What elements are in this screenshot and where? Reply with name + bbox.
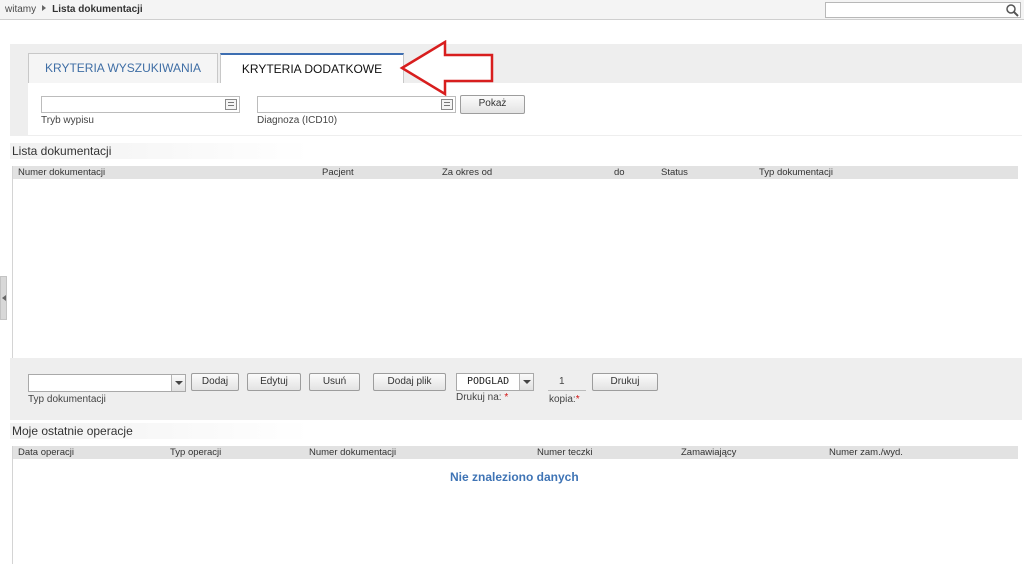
copies-label: kopia:* xyxy=(549,394,580,405)
column-za-okres-od[interactable]: Za okres od xyxy=(442,167,492,178)
delete-button[interactable]: Usuń xyxy=(309,373,360,391)
column-zamawiajacy[interactable]: Zamawiający xyxy=(681,447,736,458)
dropdown-arrow-icon[interactable] xyxy=(519,374,533,390)
breadcrumb: witamy Lista dokumentacji xyxy=(5,4,143,15)
breadcrumb-current: Lista dokumentacji xyxy=(52,4,143,15)
column-data-operacji[interactable]: Data operacji xyxy=(18,447,74,458)
typ-dokumentacji-select[interactable] xyxy=(28,374,186,392)
tab-kryteria-dodatkowe[interactable]: KRYTERIA DODATKOWE xyxy=(220,53,404,83)
required-mark: * xyxy=(575,394,580,405)
recent-operations-title: Moje ostatnie operacje xyxy=(12,424,133,438)
documentation-list-title: Lista dokumentacji xyxy=(12,144,112,158)
empty-message: Nie znaleziono danych xyxy=(450,470,579,484)
table-header: Data operacji Typ operacji Numer dokumen… xyxy=(13,446,1018,459)
column-numer-dokumentacji[interactable]: Numer dokumentacji xyxy=(309,447,396,458)
column-numer-teczki[interactable]: Numer teczki xyxy=(537,447,592,458)
show-button[interactable]: Pokaż xyxy=(460,95,525,114)
column-status[interactable]: Status xyxy=(661,167,688,178)
breadcrumb-home[interactable]: witamy xyxy=(5,4,36,15)
diagnoza-label: Diagnoza (ICD10) xyxy=(257,115,338,126)
picker-icon[interactable] xyxy=(441,99,453,110)
column-typ-dokumentacji[interactable]: Typ dokumentacji xyxy=(759,167,833,178)
search-icon[interactable] xyxy=(1005,3,1019,17)
tab-kryteria-wyszukiwania[interactable]: KRYTERIA WYSZUKIWANIA xyxy=(28,53,218,83)
copies-input[interactable]: 1 xyxy=(559,376,565,387)
required-mark: * xyxy=(504,392,509,403)
print-on-label-text: Drukuj na: xyxy=(456,392,502,403)
annotation-arrow-icon xyxy=(399,40,494,96)
breadcrumb-separator-icon xyxy=(42,5,47,11)
print-target-select[interactable]: PODGLAD xyxy=(456,373,534,391)
documentation-table: Numer dokumentacji Pacjent Za okres od d… xyxy=(12,166,1018,358)
print-target-value: PODGLAD xyxy=(467,376,510,387)
print-button[interactable]: Drukuj xyxy=(592,373,658,391)
column-do[interactable]: do xyxy=(614,167,625,178)
recent-operations-table: Data operacji Typ operacji Numer dokumen… xyxy=(12,446,1018,564)
tryb-wypisu-label: Tryb wypisu xyxy=(41,115,94,126)
column-numer-dokumentacji[interactable]: Numer dokumentacji xyxy=(18,167,105,178)
column-typ-operacji[interactable]: Typ operacji xyxy=(170,447,221,458)
column-pacjent[interactable]: Pacjent xyxy=(322,167,354,178)
copies-label-text: kopia: xyxy=(549,394,576,405)
typ-dokumentacji-label: Typ dokumentacji xyxy=(28,394,106,405)
search-input[interactable] xyxy=(825,2,1021,18)
print-on-label: Drukuj na: * xyxy=(456,392,508,403)
copies-underline xyxy=(548,390,586,391)
edit-button[interactable]: Edytuj xyxy=(247,373,301,391)
picker-icon[interactable] xyxy=(225,99,237,110)
dropdown-arrow-icon[interactable] xyxy=(171,375,185,391)
add-button[interactable]: Dodaj xyxy=(191,373,239,391)
column-numer-zam-wyd[interactable]: Numer zam./wyd. xyxy=(829,447,903,458)
diagnoza-field[interactable] xyxy=(257,96,456,113)
tryb-wypisu-field[interactable] xyxy=(41,96,240,113)
collapse-panel-icon[interactable] xyxy=(0,276,7,320)
table-header: Numer dokumentacji Pacjent Za okres od d… xyxy=(13,166,1018,179)
add-file-button[interactable]: Dodaj plik xyxy=(373,373,446,391)
top-bar: witamy Lista dokumentacji xyxy=(0,0,1024,20)
